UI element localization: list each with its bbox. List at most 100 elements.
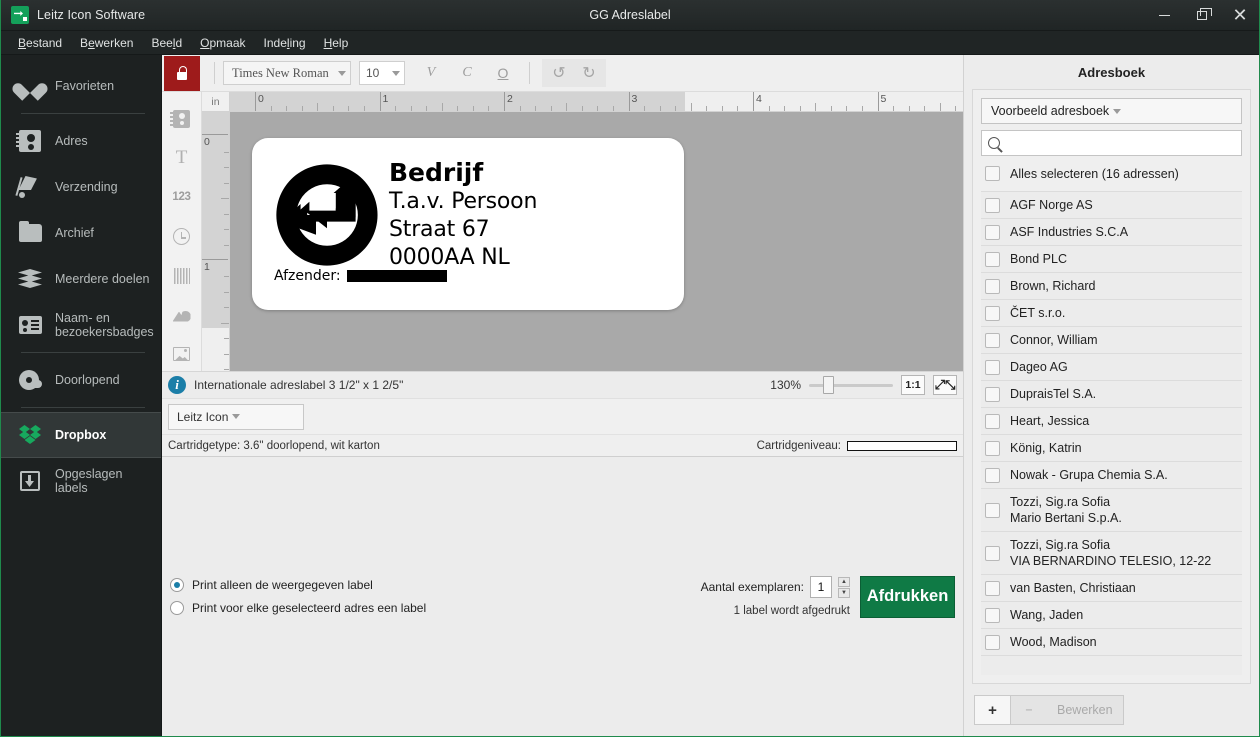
zoom-slider-thumb[interactable] (823, 376, 834, 394)
address-checkbox[interactable] (985, 580, 1000, 596)
spinner-up-button[interactable]: ▲ (838, 576, 850, 587)
sidebar-item-doorlopend[interactable]: Doorlopend (1, 357, 161, 403)
label-canvas[interactable]: Bedrijf T.a.v. Persoon Straat 67 0000AA … (230, 112, 963, 371)
address-list-item[interactable]: Tozzi, Sig.ra Sofia Mario Bertani S.p.A. (981, 489, 1242, 532)
address-list[interactable]: AGF Norge AS ASF Industries S.C.A Bond PLC… (981, 191, 1242, 675)
menu-help[interactable]: Help (315, 34, 358, 52)
sidebar-label: Doorlopend (55, 373, 120, 387)
radio-button-selected[interactable] (170, 578, 184, 592)
sidebar-item-naam-bezoekersbadges[interactable]: Naam- en bezoekersbadges (1, 302, 161, 348)
label-address-block[interactable]: Bedrijf T.a.v. Persoon Straat 67 0000AA … (389, 158, 537, 272)
address-list-item[interactable]: Wang, Jaden (981, 602, 1242, 629)
address-list-item[interactable]: ASF Industries S.C.A (981, 219, 1242, 246)
address-checkbox[interactable] (985, 359, 1000, 375)
datetime-tool-button[interactable] (167, 220, 197, 253)
add-address-button[interactable]: + (975, 696, 1011, 724)
address-list-item[interactable]: Heart, Jessica (981, 408, 1242, 435)
menu-beeld[interactable]: Beeld (142, 34, 191, 52)
address-checkbox[interactable] (985, 545, 1000, 561)
restore-button[interactable] (1183, 0, 1221, 31)
printer-select[interactable]: Leitz Icon (168, 403, 304, 430)
zoom-slider[interactable] (809, 376, 893, 394)
sidebar-item-opgeslagen-labels[interactable]: Opgeslagen labels (1, 458, 161, 504)
edit-address-button[interactable]: Bewerken (1047, 696, 1123, 724)
address-list-item[interactable]: Connor, William (981, 327, 1242, 354)
text-tool-button[interactable]: T (167, 141, 197, 174)
address-list-item[interactable]: Bond PLC (981, 246, 1242, 273)
address-checkbox[interactable] (985, 197, 1000, 213)
shape-tool-button[interactable] (167, 298, 197, 331)
address-checkbox[interactable] (985, 440, 1000, 456)
menu-bestand[interactable]: BBestandestand (9, 34, 71, 52)
address-checkbox[interactable] (985, 386, 1000, 402)
address-list-item[interactable]: AGF Norge AS (981, 192, 1242, 219)
fit-screen-button[interactable]: ⤢⤡ (933, 375, 957, 395)
sidebar-item-meerdere-doelen[interactable]: Meerdere doelen (1, 256, 161, 302)
address-checkbox[interactable] (985, 607, 1000, 623)
print-scope-radio-group: Print alleen de weergegeven label Print … (170, 578, 426, 615)
vertical-ruler[interactable]: 0123 (202, 112, 230, 371)
address-list-item[interactable]: Brown, Richard (981, 273, 1242, 300)
radio-print-displayed-label[interactable]: Print alleen de weergegeven label (170, 578, 426, 592)
address-checkbox[interactable] (985, 224, 1000, 240)
remove-address-button[interactable]: − (1011, 696, 1047, 724)
sidebar-item-dropbox[interactable]: Dropbox (1, 412, 161, 458)
spinner-down-button[interactable]: ▼ (838, 587, 850, 598)
address-checkbox[interactable] (985, 251, 1000, 267)
address-checkbox[interactable] (985, 332, 1000, 348)
select-all-checkbox[interactable] (985, 166, 1000, 181)
address-list-item[interactable]: Dageo AG (981, 354, 1242, 381)
address-list-item[interactable]: Nowak - Grupa Chemia S.A. (981, 462, 1242, 489)
menu-bewerken[interactable]: Bewerken (71, 34, 142, 52)
print-button[interactable]: Afdrukken (860, 575, 955, 618)
address-list-item[interactable]: König, Katrin (981, 435, 1242, 462)
horizontal-ruler[interactable]: 0 1 2 3 4 5 (230, 92, 963, 112)
italic-button[interactable]: C (452, 60, 482, 86)
address-text: König, Katrin (1010, 440, 1082, 456)
actual-size-button[interactable]: 1:1 (901, 375, 925, 395)
address-checkbox[interactable] (985, 502, 1000, 518)
label-preview[interactable]: Bedrijf T.a.v. Persoon Straat 67 0000AA … (252, 138, 684, 310)
address-list-item[interactable]: Wood, Madison (981, 629, 1242, 656)
address-checkbox[interactable] (985, 278, 1000, 294)
underline-button[interactable]: O (488, 60, 518, 86)
bold-button[interactable]: V (416, 60, 446, 86)
close-button[interactable]: ✕ (1221, 0, 1259, 31)
undo-redo-group: ↺ ↻ (542, 59, 606, 87)
ruler-tick-label: 0 (202, 134, 228, 148)
address-list-item[interactable]: Tozzi, Sig.ra Sofia VIA BERNARDINO TELESI… (981, 532, 1242, 575)
radio-print-each-address[interactable]: Print voor elke geselecteerd adres een l… (170, 601, 426, 615)
copies-input[interactable]: 1 (810, 576, 832, 598)
select-all-row[interactable]: Alles selecteren (16 adressen) (981, 162, 1242, 185)
sidebar-item-favorieten[interactable]: Favorieten (1, 63, 161, 109)
label-sender-block[interactable]: Afzender: (274, 268, 447, 284)
redo-button[interactable]: ↻ (574, 61, 604, 85)
undo-button[interactable]: ↺ (544, 61, 574, 85)
address-list-item[interactable]: DupraisTel S.A. (981, 381, 1242, 408)
address-checkbox[interactable] (985, 634, 1000, 650)
barcode-tool-button[interactable] (167, 259, 197, 292)
address-tool-button[interactable] (167, 102, 197, 135)
address-checkbox[interactable] (985, 413, 1000, 429)
address-checkbox[interactable] (985, 305, 1000, 321)
image-tool-button[interactable] (167, 338, 197, 371)
menu-opmaak[interactable]: Opmaak (191, 34, 254, 52)
lock-button[interactable] (164, 55, 200, 91)
ruler-tick-label: 2 (504, 92, 513, 111)
address-book-source-select[interactable]: Voorbeeld adresboek (981, 98, 1242, 124)
font-family-select[interactable]: Times New Roman (223, 61, 351, 85)
search-input[interactable] (1006, 136, 1235, 150)
counter-tool-button[interactable]: 123 (167, 181, 197, 214)
address-checkbox[interactable] (985, 467, 1000, 483)
sidebar-item-archief[interactable]: Archief (1, 210, 161, 256)
font-size-select[interactable]: 10 (359, 61, 405, 85)
sidebar-item-adres[interactable]: Adres (1, 118, 161, 164)
menu-indeling[interactable]: Indeling (255, 34, 315, 52)
minimize-button[interactable] (1145, 0, 1183, 31)
address-search-box[interactable] (981, 130, 1242, 156)
sidebar-label: Adres (55, 134, 88, 148)
address-list-item[interactable]: van Basten, Christiaan (981, 575, 1242, 602)
address-list-item[interactable]: ČET s.r.o. (981, 300, 1242, 327)
radio-button[interactable] (170, 601, 184, 615)
sidebar-item-verzending[interactable]: Verzending (1, 164, 161, 210)
